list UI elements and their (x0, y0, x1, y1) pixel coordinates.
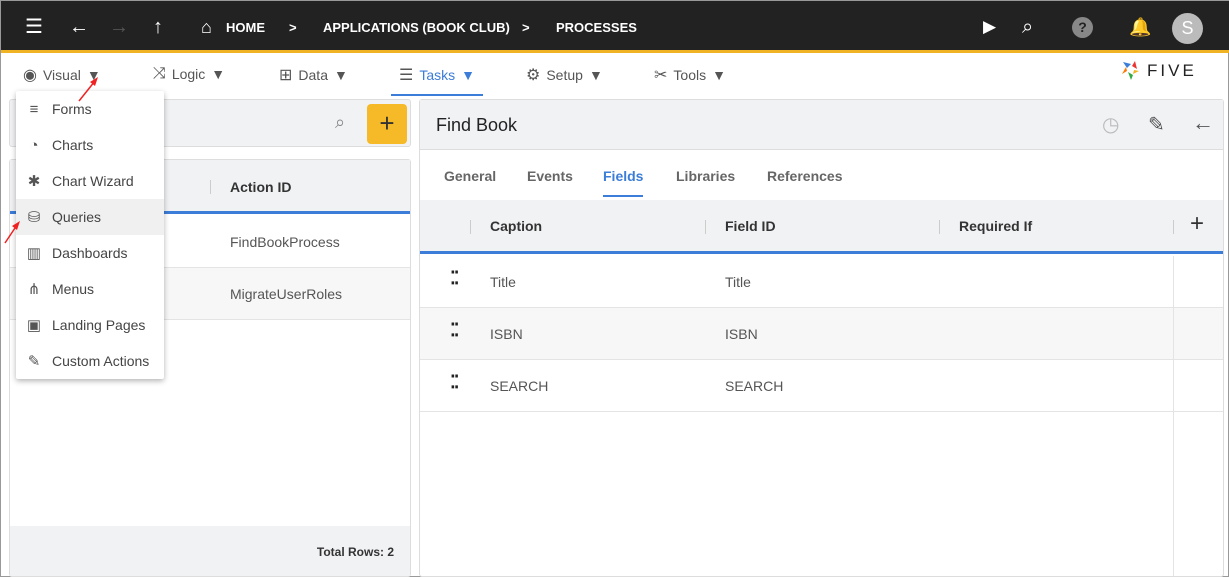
drag-handle-icon[interactable]: ⁚⁚ (450, 269, 460, 287)
menu-label: Landing Pages (52, 317, 146, 333)
tasks-menu[interactable]: ☰ Tasks ▼ (391, 65, 483, 96)
logic-label: Logic (171, 66, 206, 82)
fields-header: Caption Field ID Required If + (420, 200, 1223, 254)
column-field-id[interactable]: Field ID (725, 218, 776, 234)
data-menu[interactable]: ⊞ Data ▼ (279, 65, 348, 85)
total-rows: Total Rows: 2 (316, 545, 394, 559)
dropdown-caret-icon: ▼ (461, 67, 475, 83)
dropdown-caret-icon: ▼ (588, 67, 603, 83)
field-id-cell: Title (725, 274, 751, 290)
field-id-cell: ISBN (725, 326, 758, 342)
field-id-cell: SEARCH (725, 378, 784, 394)
search-icon[interactable]: ⌕ (335, 112, 345, 133)
tools-label: Tools (673, 67, 707, 83)
table-row[interactable]: ⁚⁚ Title Title (420, 256, 1223, 308)
tools-menu[interactable]: ✂ Tools ▼ (654, 65, 726, 85)
page-title: Find Book (436, 115, 518, 135)
toolbar: ◉ Visual ▼ ⤨ Logic ▼ ⊞ Data ▼ ☰ Tasks ▼ ⚙ Setup ▼ … (1, 56, 1229, 96)
tools-icon: ✂ (654, 67, 668, 84)
logic-menu[interactable]: ⤨ Logic ▼ (153, 65, 225, 83)
column-divider (1173, 220, 1174, 234)
data-label: Data (298, 67, 328, 83)
caption-cell: Title (490, 274, 516, 290)
caption-cell: ISBN (490, 326, 523, 342)
add-button[interactable]: + (367, 104, 407, 144)
gear-icon: ⚙ (526, 67, 541, 84)
five-logo: FIVE (1121, 60, 1197, 82)
bell-icon[interactable]: 🔔 (1129, 15, 1151, 39)
arrowhead (12, 221, 20, 230)
menu-item-landing-pages[interactable]: ▣ Landing Pages (16, 307, 164, 343)
dropdown-caret-icon: ▼ (333, 67, 348, 83)
hamburger-menu-icon[interactable]: ☰ (25, 15, 43, 39)
sitemap-icon: ⋔ (27, 281, 41, 298)
tab-references[interactable]: References (767, 168, 843, 184)
tab-fields[interactable]: Fields (603, 168, 644, 197)
column-action-id[interactable]: Action ID (230, 179, 291, 195)
column-divider (705, 220, 706, 234)
action-id-cell: MigrateUserRoles (230, 286, 343, 302)
back-arrow-icon[interactable]: ← (1192, 110, 1214, 136)
edit-pencil-icon[interactable]: ✎ (1148, 112, 1165, 137)
dropdown-caret-icon: ▼ (211, 66, 226, 82)
custom-action-icon: ✎ (27, 353, 41, 370)
caption-cell: SEARCH (490, 378, 549, 394)
table-icon: ⊞ (279, 67, 293, 84)
column-divider (210, 180, 211, 194)
chevron-right-icon: > (289, 20, 297, 35)
column-caption[interactable]: Caption (490, 218, 542, 234)
tasks-label: Tasks (419, 67, 456, 83)
drag-handle-icon[interactable]: ⁚⁚ (450, 321, 460, 339)
setup-label: Setup (546, 67, 583, 83)
dropdown-caret-icon: ▼ (712, 67, 726, 83)
column-divider (939, 220, 940, 234)
five-logo-text: FIVE (1147, 61, 1197, 80)
help-icon[interactable]: ? (1072, 17, 1093, 38)
add-field-button[interactable]: + (1190, 210, 1204, 238)
tab-libraries[interactable]: Libraries (676, 168, 735, 184)
menu-label: Custom Actions (52, 353, 150, 369)
setup-menu[interactable]: ⚙ Setup ▼ (526, 65, 603, 85)
menu-item-custom-actions[interactable]: ✎ Custom Actions (16, 343, 164, 379)
back-arrow-icon[interactable]: ← (69, 15, 89, 39)
tab-bar: General Events Fields Libraries Referenc… (420, 150, 1223, 200)
tab-events[interactable]: Events (527, 168, 573, 184)
breadcrumb-home[interactable]: HOME (226, 20, 265, 35)
breadcrumb-processes[interactable]: PROCESSES (556, 20, 637, 35)
home-icon[interactable]: ⌂ (201, 15, 212, 39)
landing-page-icon: ▣ (26, 317, 42, 334)
chevron-right-icon: > (522, 20, 530, 35)
forward-arrow-icon[interactable]: → (109, 15, 129, 39)
top-bar: ☰ ← → ↑ ⌂ HOME > APPLICATIONS (BOOK CLUB… (1, 1, 1229, 53)
table-row[interactable]: ⁚⁚ ISBN ISBN (420, 308, 1223, 360)
tab-general[interactable]: General (444, 168, 496, 184)
play-icon[interactable]: ▶ (983, 15, 996, 39)
breadcrumb-applications[interactable]: APPLICATIONS (BOOK CLUB) (323, 20, 510, 35)
up-arrow-icon[interactable]: ↑ (153, 15, 163, 39)
checklist-icon: ☰ (399, 67, 414, 84)
column-divider (470, 220, 471, 234)
drag-handle-icon[interactable]: ⁚⁚ (450, 373, 460, 391)
annotation-arrows (4, 77, 98, 244)
logic-icon: ⤨ (153, 65, 166, 82)
history-icon[interactable]: ◷ (1102, 112, 1119, 137)
five-logo-icon (1122, 61, 1139, 80)
detail-header: Find Book ◷ ✎ ← (420, 100, 1223, 150)
table-row[interactable]: ⁚⁚ SEARCH SEARCH (420, 360, 1223, 412)
menu-item-menus[interactable]: ⋔ Menus (16, 271, 164, 307)
detail-panel: Find Book ◷ ✎ ← General Events Fields Li… (419, 99, 1224, 577)
menu-label: Menus (52, 281, 95, 297)
action-id-cell: FindBookProcess (230, 234, 340, 250)
column-line (1173, 256, 1174, 576)
list-footer: Total Rows: 2 (10, 526, 410, 576)
column-required-if[interactable]: Required If (959, 218, 1032, 234)
avatar[interactable]: S (1172, 13, 1203, 44)
debug-search-icon[interactable]: ⌕ (1022, 15, 1033, 39)
